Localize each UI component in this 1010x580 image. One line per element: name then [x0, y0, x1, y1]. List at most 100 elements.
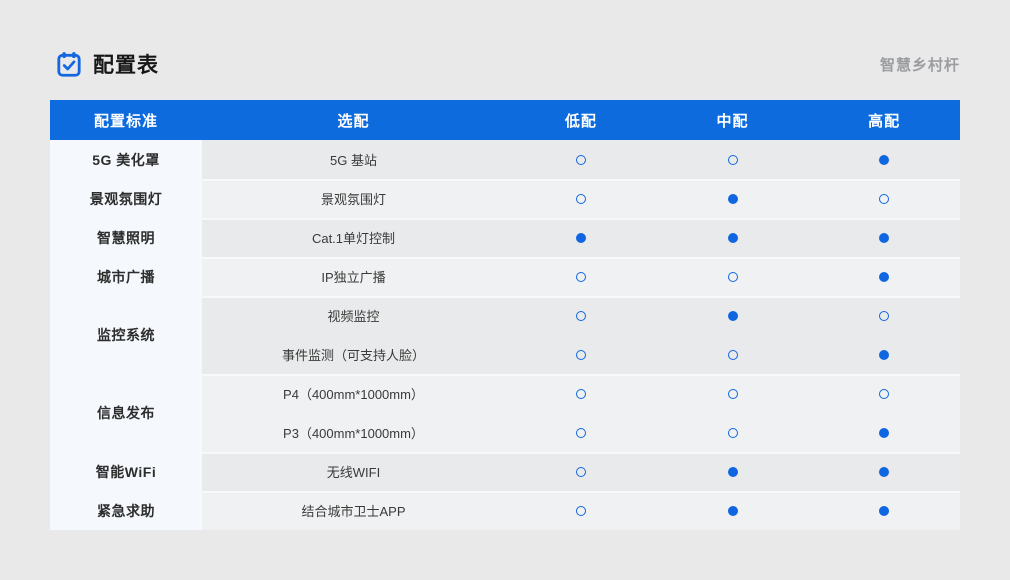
config-table: 配置标准 选配 低配 中配 高配 5G 美化罩 5G 基站 — [50, 100, 960, 530]
high-config-cell — [808, 467, 960, 477]
low-config-dot — [576, 272, 586, 282]
page-title: 配置表 — [93, 49, 159, 79]
mid-config-cell — [657, 233, 809, 243]
option-cell: 5G 基站 — [202, 150, 505, 169]
mid-config-dot — [728, 428, 738, 438]
low-config-cell — [505, 350, 657, 360]
high-config-dot — [879, 389, 889, 399]
low-config-dot — [576, 506, 586, 516]
mid-config-dot — [728, 389, 738, 399]
high-config-cell — [808, 428, 960, 438]
table-row: 视频监控 — [202, 296, 960, 335]
high-config-cell — [808, 350, 960, 360]
table-header-row: 配置标准 选配 低配 中配 高配 — [50, 100, 960, 140]
high-config-cell — [808, 272, 960, 282]
option-cell: Cat.1单灯控制 — [202, 228, 505, 247]
category-label: 智能WiFi — [96, 462, 156, 482]
low-config-cell — [505, 194, 657, 204]
mid-config-dot — [728, 350, 738, 360]
mid-config-cell — [657, 389, 809, 399]
table-body: 5G 美化罩 5G 基站 景观氛围灯 — [50, 140, 960, 530]
high-config-dot — [879, 233, 889, 243]
column-header-standard: 配置标准 — [50, 100, 202, 140]
category-cell: 智能WiFi — [50, 452, 202, 491]
low-config-dot — [576, 155, 586, 165]
table-group: 5G 美化罩 5G 基站 — [50, 140, 960, 179]
table-group: 城市广播 IP独立广播 — [50, 257, 960, 296]
option-cell: P3（400mm*1000mm） — [202, 423, 505, 442]
option-label: IP独立广播 — [321, 270, 385, 285]
low-config-cell — [505, 155, 657, 165]
low-config-dot — [576, 194, 586, 204]
category-cell: 城市广播 — [50, 257, 202, 296]
table-row: 无线WIFI — [202, 452, 960, 491]
mid-config-cell — [657, 194, 809, 204]
category-label: 信息发布 — [97, 403, 155, 423]
column-header-high: 高配 — [808, 100, 960, 140]
high-config-cell — [808, 311, 960, 321]
table-group: 智慧照明 Cat.1单灯控制 — [50, 218, 960, 257]
table-row: 事件监测（可支持人脸） — [202, 335, 960, 374]
table-row: 5G 基站 — [202, 140, 960, 179]
high-config-cell — [808, 194, 960, 204]
low-config-dot — [576, 428, 586, 438]
high-config-dot — [879, 194, 889, 204]
option-label: P4（400mm*1000mm） — [283, 387, 424, 402]
option-cell: 景观氛围灯 — [202, 189, 505, 208]
table-row: P3（400mm*1000mm） — [202, 413, 960, 452]
low-config-cell — [505, 272, 657, 282]
option-cell: 视频监控 — [202, 306, 505, 325]
option-label: 结合城市卫士APP — [301, 504, 405, 519]
option-cell: 结合城市卫士APP — [202, 501, 505, 520]
mid-config-cell — [657, 428, 809, 438]
category-label: 紧急求助 — [97, 501, 155, 521]
low-config-cell — [505, 506, 657, 516]
table-group: 信息发布 P4（400mm*1000mm） P3（400mm*1000mm） — [50, 374, 960, 452]
option-label: 无线WIFI — [327, 465, 380, 480]
low-config-dot — [576, 389, 586, 399]
table-row: Cat.1单灯控制 — [202, 218, 960, 257]
mid-config-cell — [657, 467, 809, 477]
category-cell: 监控系统 — [50, 296, 202, 374]
mid-config-cell — [657, 155, 809, 165]
mid-config-cell — [657, 350, 809, 360]
high-config-dot — [879, 428, 889, 438]
category-cell: 信息发布 — [50, 374, 202, 452]
table-row: 景观氛围灯 — [202, 179, 960, 218]
table-row: IP独立广播 — [202, 257, 960, 296]
mid-config-dot — [728, 233, 738, 243]
low-config-dot — [576, 350, 586, 360]
mid-config-dot — [728, 155, 738, 165]
option-label: 事件监测（可支持人脸） — [282, 348, 425, 363]
low-config-cell — [505, 467, 657, 477]
high-config-cell — [808, 155, 960, 165]
option-label: P3（400mm*1000mm） — [283, 426, 424, 441]
table-group: 紧急求助 结合城市卫士APP — [50, 491, 960, 530]
low-config-cell — [505, 233, 657, 243]
low-config-cell — [505, 428, 657, 438]
option-cell: P4（400mm*1000mm） — [202, 384, 505, 403]
option-cell: 事件监测（可支持人脸） — [202, 345, 505, 364]
corner-label: 智慧乡村杆 — [880, 54, 960, 75]
option-label: 景观氛围灯 — [321, 192, 386, 207]
option-cell: IP独立广播 — [202, 267, 505, 286]
table-group: 监控系统 视频监控 事件监测（可支持人脸） — [50, 296, 960, 374]
high-config-dot — [879, 506, 889, 516]
option-label: Cat.1单灯控制 — [312, 231, 395, 246]
high-config-cell — [808, 389, 960, 399]
category-cell: 5G 美化罩 — [50, 140, 202, 179]
column-header-option: 选配 — [202, 100, 505, 140]
category-cell: 紧急求助 — [50, 491, 202, 530]
mid-config-dot — [728, 311, 738, 321]
high-config-cell — [808, 233, 960, 243]
mid-config-cell — [657, 272, 809, 282]
high-config-dot — [879, 311, 889, 321]
category-label: 5G 美化罩 — [92, 150, 160, 170]
column-header-mid: 中配 — [657, 100, 809, 140]
option-label: 5G 基站 — [330, 153, 377, 168]
calendar-check-icon — [56, 51, 82, 77]
category-label: 智慧照明 — [97, 228, 155, 248]
low-config-dot — [576, 233, 586, 243]
table-row: 结合城市卫士APP — [202, 491, 960, 530]
low-config-cell — [505, 389, 657, 399]
